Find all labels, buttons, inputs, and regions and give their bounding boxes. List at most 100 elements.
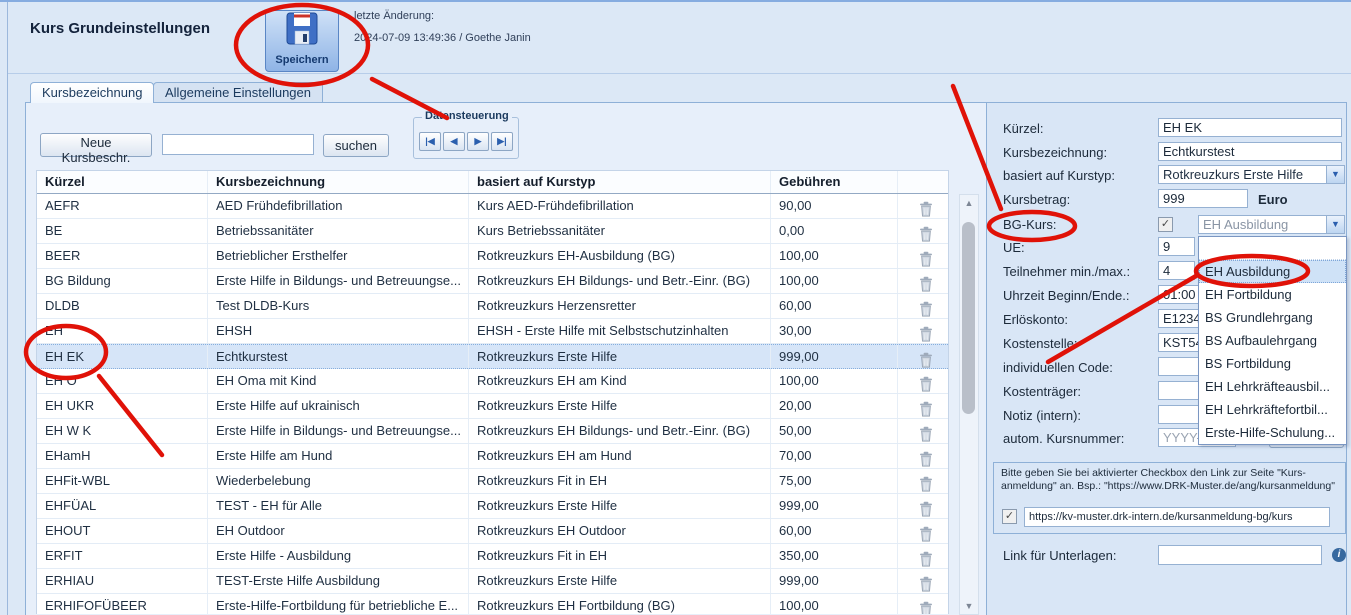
bg-kurs-select[interactable]: EH Ausbildung ▼: [1198, 215, 1345, 234]
dropdown-option[interactable]: BS Fortbildung: [1199, 352, 1346, 375]
scroll-down-arrow[interactable]: ▼: [960, 598, 978, 614]
cell-kursbezeichnung: Wiederbelebung: [208, 469, 469, 493]
table-row[interactable]: BEBetriebssanitäterKurs Betriebssanitäte…: [37, 219, 948, 244]
dropdown-option[interactable]: EH Lehrkräftefortbil...: [1199, 398, 1346, 421]
column-header-kuerzel[interactable]: Kürzel: [37, 171, 208, 193]
euro-suffix: Euro: [1258, 192, 1288, 207]
trash-icon[interactable]: [919, 451, 933, 467]
search-input[interactable]: [162, 134, 314, 155]
dropdown-option[interactable]: EH Lehrkräfteausbil...: [1199, 375, 1346, 398]
trash-icon[interactable]: [919, 601, 933, 614]
kuerzel-field[interactable]: [1158, 118, 1342, 137]
floppy-disk-icon: [285, 34, 319, 51]
nav-first-button[interactable]: |◀: [419, 132, 441, 151]
ue-field[interactable]: [1158, 237, 1195, 256]
notice-line-1: Bitte geben Sie bei aktivierter Checkbox…: [1001, 467, 1335, 480]
table-row[interactable]: DLDBTest DLDB-KursRotkreuzkurs Herzensre…: [37, 294, 948, 319]
trash-icon[interactable]: [919, 326, 933, 342]
kursbetrag-field[interactable]: [1158, 189, 1248, 208]
trash-icon[interactable]: [919, 476, 933, 492]
table-row[interactable]: EH EKEchtkurstestRotkreuzkurs Erste Hilf…: [37, 344, 948, 369]
table-row[interactable]: ERHIFOFÜBEERErste-Hilfe-Fortbildung für …: [37, 594, 948, 614]
table-row[interactable]: BEERBetrieblicher ErsthelferRotkreuzkurs…: [37, 244, 948, 269]
tab-allgemeine-einstellungen[interactable]: Allgemeine Einstellungen: [153, 82, 323, 103]
trash-icon[interactable]: [919, 576, 933, 592]
cell-kurstyp: Rotkreuzkurs Erste Hilfe: [469, 394, 771, 418]
cell-kuerzel: EH O: [37, 369, 208, 393]
save-button[interactable]: Speichern: [265, 10, 339, 72]
cell-kursbezeichnung: Erste Hilfe - Ausbildung: [208, 544, 469, 568]
column-header-kurstyp[interactable]: basiert auf Kurstyp: [469, 171, 771, 193]
cell-delete: [898, 394, 946, 418]
dropdown-option[interactable]: BS Grundlehrgang: [1199, 306, 1346, 329]
table-row[interactable]: EH UKRErste Hilfe auf ukrainischRotkreuz…: [37, 394, 948, 419]
trash-icon[interactable]: [919, 401, 933, 417]
table-scrollbar[interactable]: ▲ ▼: [959, 194, 979, 615]
dropdown-option-blank[interactable]: [1199, 237, 1346, 260]
trash-icon[interactable]: [919, 426, 933, 442]
uhrzeit-label: Uhrzeit Beginn/Ende.:: [1003, 288, 1129, 303]
trash-icon[interactable]: [919, 551, 933, 567]
link-unterlagen-field[interactable]: [1158, 545, 1322, 565]
new-course-button[interactable]: Neue Kursbeschr.: [40, 133, 152, 157]
bg-kurs-checkbox[interactable]: ✓: [1158, 217, 1173, 232]
cell-kursbezeichnung: Erste-Hilfe-Fortbildung für betriebliche…: [208, 594, 469, 614]
table-row[interactable]: EHFit-WBLWiederbelebungRotkreuzkurs Fit …: [37, 469, 948, 494]
cell-kurstyp: Rotkreuzkurs EH am Kind: [469, 369, 771, 393]
info-icon[interactable]: i: [1332, 548, 1346, 562]
trash-icon[interactable]: [919, 501, 933, 517]
trash-icon[interactable]: [919, 301, 933, 317]
table-row[interactable]: EHamHErste Hilfe am HundRotkreuzkurs EH …: [37, 444, 948, 469]
cell-delete: [898, 219, 946, 243]
teilnehmer-min-field[interactable]: [1158, 261, 1195, 280]
cell-gebuehren: 100,00: [771, 244, 898, 268]
trash-icon[interactable]: [919, 352, 933, 368]
dropdown-option[interactable]: EH Fortbildung: [1199, 283, 1346, 306]
app-window: Kurs Grundeinstellungen Speichern letzte…: [0, 0, 1351, 615]
table-row[interactable]: EH OEH Oma mit KindRotkreuzkurs EH am Ki…: [37, 369, 948, 394]
kursbetrag-label: Kursbetrag:: [1003, 192, 1070, 207]
cell-delete: [898, 194, 946, 218]
column-header-gebuehren[interactable]: Gebühren: [771, 171, 898, 193]
dropdown-option[interactable]: EH Ausbildung: [1199, 260, 1346, 283]
cell-kurstyp: EHSH - Erste Hilfe mit Selbstschutzinhal…: [469, 319, 771, 343]
trash-icon[interactable]: [919, 251, 933, 267]
cell-kuerzel: BEER: [37, 244, 208, 268]
nav-next-button[interactable]: ▶: [467, 132, 489, 151]
tab-kursbezeichnung[interactable]: Kursbezeichnung: [30, 82, 154, 103]
table-row[interactable]: BG BildungErste Hilfe in Bildungs- und B…: [37, 269, 948, 294]
trash-icon[interactable]: [919, 376, 933, 392]
dropdown-option[interactable]: BS Aufbaulehrgang: [1199, 329, 1346, 352]
nav-prev-button[interactable]: ◀: [443, 132, 465, 151]
table-row[interactable]: EHEHSHEHSH - Erste Hilfe mit Selbstschut…: [37, 319, 948, 344]
cell-kuerzel: EHamH: [37, 444, 208, 468]
cell-kuerzel: DLDB: [37, 294, 208, 318]
trash-icon[interactable]: [919, 201, 933, 217]
table-row[interactable]: AEFRAED FrühdefibrillationKurs AED-Frühd…: [37, 194, 948, 219]
registration-link-checkbox[interactable]: ✓: [1002, 509, 1017, 524]
registration-link-field[interactable]: [1024, 507, 1330, 527]
table-row[interactable]: ERHIAUTEST-Erste Hilfe AusbildungRotkreu…: [37, 569, 948, 594]
table-row[interactable]: EHFÜALTEST - EH für AlleRotkreuzkurs Ers…: [37, 494, 948, 519]
nav-last-button[interactable]: ▶|: [491, 132, 513, 151]
dropdown-option[interactable]: Erste-Hilfe-Schulung...: [1199, 421, 1346, 444]
kursbezeichnung-field[interactable]: [1158, 142, 1342, 161]
trash-icon[interactable]: [919, 226, 933, 242]
search-button[interactable]: suchen: [323, 134, 389, 157]
table-row[interactable]: EHOUTEH OutdoorRotkreuzkurs EH Outdoor60…: [37, 519, 948, 544]
trash-icon[interactable]: [919, 276, 933, 292]
cell-kurstyp: Rotkreuzkurs Erste Hilfe: [469, 494, 771, 518]
trash-icon[interactable]: [919, 526, 933, 542]
kurstyp-select[interactable]: Rotkreuzkurs Erste Hilfe ▼: [1158, 165, 1345, 184]
last-change-value: 2024-07-09 13:49:36 / Goethe Janin: [354, 32, 531, 44]
table-row[interactable]: EH W KErste Hilfe in Bildungs- und Betre…: [37, 419, 948, 444]
cell-kuerzel: AEFR: [37, 194, 208, 218]
column-header-kursbezeichnung[interactable]: Kursbezeichnung: [208, 171, 469, 193]
cell-gebuehren: 0,00: [771, 219, 898, 243]
kuerzel-label: Kürzel:: [1003, 121, 1043, 136]
table-row[interactable]: ERFITErste Hilfe - AusbildungRotkreuzkur…: [37, 544, 948, 569]
scroll-up-arrow[interactable]: ▲: [960, 195, 978, 211]
scrollbar-thumb[interactable]: [962, 222, 975, 414]
cell-kurstyp: Rotkreuzkurs EH Bildungs- und Betr.-Einr…: [469, 419, 771, 443]
cell-delete: [898, 419, 946, 443]
